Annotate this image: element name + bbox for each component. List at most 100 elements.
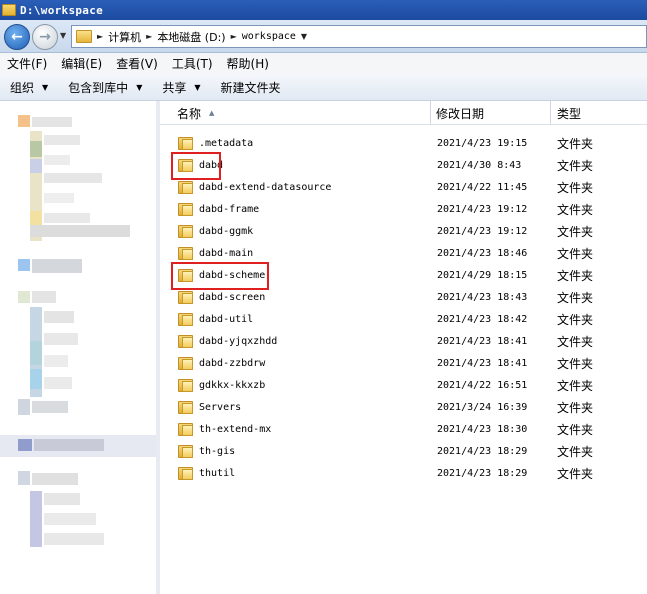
column-header-row: 名称 ▲ 修改日期 类型	[160, 101, 647, 125]
file-modified-date: 2021/4/23 18:41	[437, 335, 528, 347]
new-folder-button[interactable]: 新建文件夹	[211, 79, 291, 96]
column-header-type[interactable]: 类型	[551, 101, 647, 125]
file-modified-date: 2021/4/23 18:41	[437, 357, 528, 369]
file-row[interactable]: dabd-extend-datasource 2021/4/22 11:45 文件夹	[160, 176, 647, 198]
folder-icon	[178, 180, 193, 194]
blurred-label	[44, 193, 74, 203]
blurred-label	[44, 355, 68, 367]
breadcrumb-computer[interactable]: 计算机	[108, 29, 141, 45]
back-button[interactable]: ←	[4, 24, 30, 50]
menu-view[interactable]: 查看(V)	[109, 55, 165, 72]
file-row[interactable]: dabd-frame 2021/4/23 19:12 文件夹	[160, 198, 647, 220]
blurred-icon	[18, 259, 30, 271]
file-type: 文件夹	[557, 378, 594, 393]
file-modified-date: 2021/4/23 18:46	[437, 247, 528, 259]
blurred-label	[44, 333, 78, 345]
file-name-cell[interactable]: dabd-frame	[178, 198, 259, 220]
file-name: dabd-frame	[199, 203, 260, 215]
breadcrumb-local-disk[interactable]: 本地磁盘 (D:)	[157, 29, 225, 45]
file-type: 文件夹	[557, 158, 594, 173]
file-name-cell[interactable]: .metadata	[178, 132, 253, 154]
file-name-cell[interactable]: thutil	[178, 462, 235, 484]
folder-icon-front	[182, 139, 193, 150]
blurred-icon	[18, 291, 30, 303]
file-name-cell[interactable]: dabd-extend-datasource	[178, 176, 331, 198]
file-name-cell[interactable]: dabd-util	[178, 308, 253, 330]
file-name-cell[interactable]: dabd-screen	[178, 286, 265, 308]
folder-icon-front	[182, 359, 193, 370]
chevron-right-icon[interactable]: ►	[231, 32, 237, 41]
arrow-right-icon: →	[39, 29, 51, 45]
blurred-label	[44, 493, 80, 505]
include-in-library-button[interactable]: 包含到库中 ▼	[58, 79, 152, 96]
file-row[interactable]: dabd 2021/4/30 8:43 文件夹	[160, 152, 647, 180]
file-name-cell[interactable]: dabd-ggmk	[178, 220, 253, 242]
folder-icon	[178, 224, 193, 238]
file-type: 文件夹	[557, 268, 594, 283]
share-button[interactable]: 共享 ▼	[152, 79, 210, 96]
folder-icon	[2, 4, 16, 16]
organize-button[interactable]: 组织 ▼	[0, 79, 58, 96]
file-row[interactable]: dabd-zzbdrw 2021/4/23 18:41 文件夹	[160, 352, 647, 374]
forward-button[interactable]: →	[32, 24, 58, 50]
blurred-label	[44, 213, 90, 223]
blurred-icon	[18, 471, 30, 485]
file-row[interactable]: gdkkx-kkxzb 2021/4/22 16:51 文件夹	[160, 374, 647, 396]
blurred-icon	[30, 159, 42, 173]
file-modified-date: 2021/4/22 11:45	[437, 181, 528, 193]
blurred-label	[44, 155, 70, 165]
file-type: 文件夹	[557, 444, 594, 459]
file-row[interactable]: th-extend-mx 2021/4/23 18:30 文件夹	[160, 418, 647, 440]
file-row[interactable]: dabd-scheme 2021/4/29 18:15 文件夹	[160, 262, 647, 290]
file-name-cell[interactable]: th-gis	[178, 440, 235, 462]
blurred-label	[32, 401, 68, 413]
menu-edit[interactable]: 编辑(E)	[54, 55, 109, 72]
column-header-modified[interactable]: 修改日期	[431, 101, 551, 125]
file-modified-date: 2021/4/23 18:42	[437, 313, 528, 325]
blurred-label	[30, 225, 130, 237]
file-name-cell[interactable]: Servers	[178, 396, 241, 418]
file-name-cell[interactable]: gdkkx-kkxzb	[178, 374, 265, 396]
menu-tools[interactable]: 工具(T)	[165, 55, 220, 72]
history-dropdown-icon[interactable]: ▼	[60, 31, 66, 40]
column-header-name[interactable]: 名称 ▲	[160, 101, 431, 125]
file-modified-date: 2021/4/23 18:43	[437, 291, 528, 303]
menu-help[interactable]: 帮助(H)	[220, 55, 276, 72]
file-row[interactable]: th-gis 2021/4/23 18:29 文件夹	[160, 440, 647, 462]
file-name-cell[interactable]: dabd-yjqxzhdd	[178, 330, 277, 352]
blurred-label	[44, 173, 102, 183]
file-row[interactable]: dabd-util 2021/4/23 18:42 文件夹	[160, 308, 647, 330]
file-type: 文件夹	[557, 136, 594, 151]
chevron-right-icon[interactable]: ►	[146, 32, 152, 41]
address-bar[interactable]: ► 计算机 ► 本地磁盘 (D:) ► workspace ▼	[71, 25, 647, 48]
file-row[interactable]: dabd-screen 2021/4/23 18:43 文件夹	[160, 286, 647, 308]
breadcrumb-workspace[interactable]: workspace	[242, 31, 296, 42]
file-modified-date: 2021/4/23 18:29	[437, 467, 528, 479]
file-type: 文件夹	[557, 466, 594, 481]
chevron-down-icon[interactable]: ▼	[301, 32, 307, 41]
folder-icon-front	[182, 227, 193, 238]
navigation-pane[interactable]	[0, 101, 158, 594]
navigation-bar: ← → ▼ ► 计算机 ► 本地磁盘 (D:) ► workspace ▼	[0, 20, 647, 53]
blurred-label	[32, 259, 82, 273]
file-row[interactable]: Servers 2021/3/24 16:39 文件夹	[160, 396, 647, 418]
file-row[interactable]: thutil 2021/4/23 18:29 文件夹	[160, 462, 647, 484]
file-name-cell[interactable]: dabd-zzbdrw	[178, 352, 265, 374]
blurred-label	[44, 135, 80, 145]
menu-file[interactable]: 文件(F)	[0, 55, 54, 72]
file-name: dabd-main	[199, 247, 254, 259]
folder-icon-front	[182, 183, 193, 194]
file-row[interactable]: dabd-ggmk 2021/4/23 19:12 文件夹	[160, 220, 647, 242]
file-name-cell[interactable]: th-extend-mx	[178, 418, 271, 440]
folder-icon-front	[182, 205, 193, 216]
file-name-cell[interactable]: dabd-main	[178, 242, 253, 264]
blurred-icon	[18, 115, 30, 127]
chevron-right-icon[interactable]: ►	[97, 32, 103, 41]
folder-icon	[178, 246, 193, 260]
file-modified-date: 2021/4/23 18:29	[437, 445, 528, 457]
organize-label: 组织	[10, 80, 35, 95]
file-row[interactable]: dabd-main 2021/4/23 18:46 文件夹	[160, 242, 647, 264]
file-row[interactable]: .metadata 2021/4/23 19:15 文件夹	[160, 132, 647, 154]
file-row[interactable]: dabd-yjqxzhdd 2021/4/23 18:41 文件夹	[160, 330, 647, 352]
file-type: 文件夹	[557, 400, 594, 415]
